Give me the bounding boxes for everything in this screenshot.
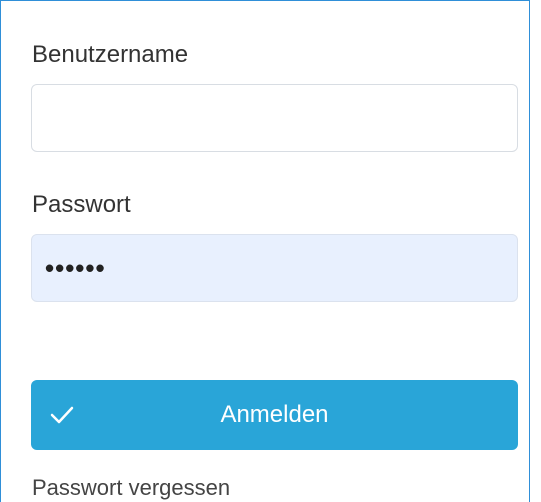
username-input[interactable]: [31, 84, 518, 152]
password-input[interactable]: ••••••: [31, 234, 518, 302]
forgot-password-link[interactable]: Passwort vergessen: [32, 475, 230, 501]
login-button[interactable]: Anmelden: [31, 380, 518, 450]
login-panel: Benutzername Passwort •••••• Anmelden Pa…: [0, 0, 530, 502]
login-button-label: Anmelden: [220, 401, 329, 428]
check-icon: [50, 406, 74, 424]
password-label: Passwort: [32, 191, 131, 218]
username-label: Benutzername: [32, 41, 189, 68]
